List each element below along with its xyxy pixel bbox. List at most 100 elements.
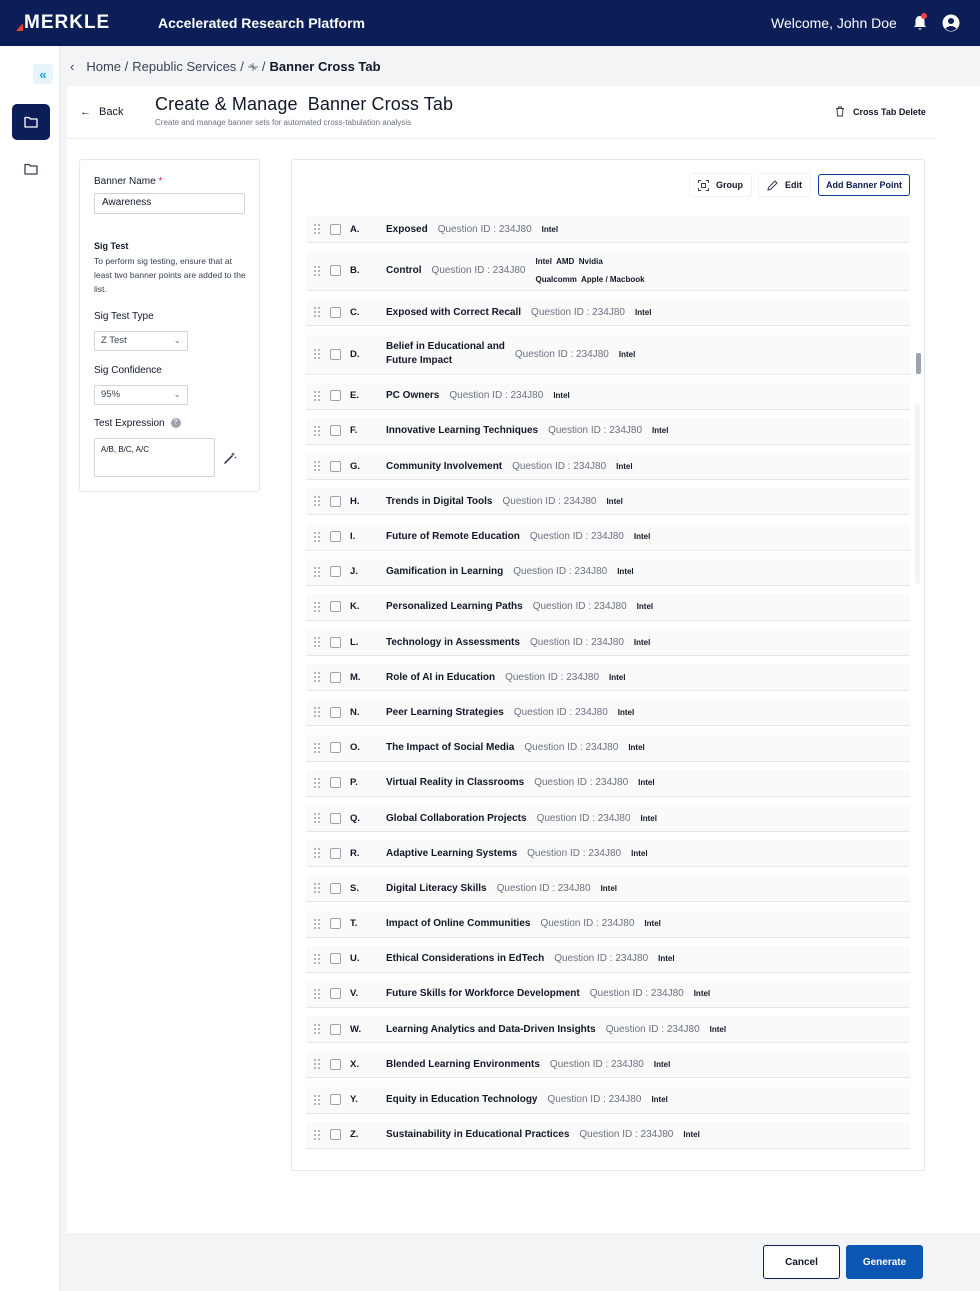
banner-point-row[interactable]: Z. Sustainability in Educational Practice…	[306, 1121, 910, 1149]
drag-handle-icon[interactable]	[314, 461, 320, 472]
drag-handle-icon[interactable]	[314, 265, 320, 276]
drag-handle-icon[interactable]	[314, 390, 320, 401]
banner-point-row[interactable]: F. Innovative Learning Techniques Question…	[306, 417, 910, 445]
row-checkbox[interactable]	[330, 306, 341, 318]
drag-handle-icon[interactable]	[314, 1024, 320, 1035]
breadcrumb-home[interactable]: Home /	[86, 59, 128, 74]
drag-handle-icon[interactable]	[314, 813, 320, 823]
banner-point-row[interactable]: L. Technology in Assessments Question ID :…	[306, 629, 910, 657]
drag-handle-icon[interactable]	[314, 566, 320, 577]
edit-button[interactable]: Edit	[759, 174, 810, 196]
banner-point-row[interactable]: A. Exposed Question ID : 234J80 Intel	[306, 216, 910, 243]
collapse-sidebar-button[interactable]: «	[33, 64, 53, 84]
list-scroll-track[interactable]	[915, 404, 920, 584]
row-checkbox[interactable]	[330, 1023, 341, 1035]
row-checkbox[interactable]	[330, 495, 341, 507]
sig-confidence-select[interactable]: 95% ⌄	[94, 385, 188, 405]
sig-test-type-select[interactable]: Z Test ⌄	[94, 331, 188, 351]
row-checkbox[interactable]	[330, 636, 341, 648]
row-checkbox[interactable]	[330, 812, 341, 824]
row-checkbox[interactable]	[330, 1129, 341, 1141]
test-expression-textarea[interactable]: A/B, B/C, A/C	[94, 438, 215, 477]
drag-handle-icon[interactable]	[314, 425, 320, 436]
banner-point-row[interactable]: K. Personalized Learning Paths Question ID…	[306, 593, 910, 621]
banner-point-row[interactable]: X. Blended Learning Environments Question …	[306, 1051, 910, 1079]
rail-item-projects[interactable]	[12, 104, 50, 140]
breadcrumb-client[interactable]: Republic Services	[132, 59, 236, 74]
banner-point-row[interactable]: T. Impact of Online Communities Question I…	[306, 910, 910, 938]
cross-tab-delete-button[interactable]: Cross Tab Delete	[835, 106, 926, 117]
row-checkbox[interactable]	[330, 601, 341, 613]
banner-point-row[interactable]: C. Exposed with Correct Recall Question ID…	[306, 299, 910, 327]
drag-handle-icon[interactable]	[314, 848, 320, 859]
drag-handle-icon[interactable]	[314, 1059, 320, 1070]
drag-handle-icon[interactable]	[314, 637, 320, 648]
drag-handle-icon[interactable]	[314, 883, 320, 894]
banner-point-row[interactable]: U. Ethical Considerations in EdTech Questi…	[306, 945, 910, 973]
banner-point-row[interactable]: Y. Equity in Education Technology Question…	[306, 1086, 910, 1114]
row-checkbox[interactable]	[330, 1058, 341, 1070]
add-banner-point-button[interactable]: Add Banner Point	[818, 174, 910, 196]
row-checkbox[interactable]	[330, 1094, 341, 1105]
banner-point-row[interactable]: O. The Impact of Social Media Question ID …	[306, 734, 910, 762]
banner-point-row[interactable]: D. Belief in Educational and Future Impact…	[306, 334, 910, 375]
banner-point-row[interactable]: P. Virtual Reality in Classrooms Question …	[306, 769, 910, 797]
banner-point-row[interactable]: G. Community Involvement Question ID : 234…	[306, 453, 910, 481]
drag-handle-icon[interactable]	[314, 707, 320, 718]
row-checkbox[interactable]	[330, 531, 341, 542]
row-checkbox[interactable]	[330, 348, 341, 360]
row-checkbox[interactable]	[330, 390, 341, 402]
row-checkbox[interactable]	[330, 918, 341, 930]
banner-point-row[interactable]: I. Future of Remote Education Question ID …	[306, 523, 910, 551]
back-button[interactable]: ← Back	[80, 106, 123, 118]
help-icon[interactable]: ?	[170, 418, 181, 429]
magic-wand-icon[interactable]	[223, 451, 237, 465]
chevron-left-icon[interactable]: ‹	[70, 59, 74, 74]
banner-name-input[interactable]: Awareness	[94, 193, 245, 214]
banner-point-row[interactable]: N. Peer Learning Strategies Question ID : …	[306, 699, 910, 727]
user-profile-icon[interactable]	[942, 14, 960, 32]
drag-handle-icon[interactable]	[314, 918, 320, 929]
drag-handle-icon[interactable]	[314, 672, 320, 683]
banner-point-row[interactable]: E. PC Owners Question ID : 234J80 Intel	[306, 382, 910, 410]
row-checkbox[interactable]	[330, 742, 341, 754]
banner-point-row[interactable]: S. Digital Literacy Skills Question ID : 2…	[306, 875, 910, 903]
generate-button[interactable]: Generate	[846, 1245, 923, 1279]
banner-point-row[interactable]: M. Role of AI in Education Question ID : 2…	[306, 664, 910, 692]
group-button[interactable]: Group	[690, 174, 751, 196]
drag-handle-icon[interactable]	[314, 1129, 320, 1140]
row-checkbox[interactable]	[330, 425, 341, 437]
banner-point-row[interactable]: V. Future Skills for Workforce Developmen…	[306, 980, 910, 1008]
drag-handle-icon[interactable]	[314, 988, 320, 999]
drag-handle-icon[interactable]	[314, 496, 320, 507]
row-checkbox[interactable]	[330, 265, 341, 277]
drag-handle-icon[interactable]	[314, 777, 320, 788]
banner-point-row[interactable]: R. Adaptive Learning Systems Question ID :…	[306, 840, 910, 868]
drag-handle-icon[interactable]	[314, 307, 320, 318]
row-checkbox[interactable]	[330, 223, 341, 235]
merkle-logo[interactable]: MERKLE	[16, 12, 110, 34]
banner-point-row[interactable]: Q. Global Collaboration Projects Question …	[306, 805, 910, 832]
cancel-button[interactable]: Cancel	[763, 1245, 840, 1279]
row-checkbox[interactable]	[330, 706, 341, 718]
list-scroll-thumb[interactable]	[916, 353, 921, 374]
drag-handle-icon[interactable]	[314, 531, 320, 542]
drag-handle-icon[interactable]	[314, 224, 320, 234]
row-checkbox[interactable]	[330, 882, 341, 894]
rail-item-files[interactable]	[12, 151, 50, 187]
row-checkbox[interactable]	[330, 671, 341, 683]
drag-handle-icon[interactable]	[314, 349, 320, 360]
row-checkbox[interactable]	[330, 566, 341, 578]
row-checkbox[interactable]	[330, 777, 341, 789]
banner-point-row[interactable]: W. Learning Analytics and Data-Driven Ins…	[306, 1016, 910, 1044]
drag-handle-icon[interactable]	[314, 742, 320, 753]
banner-point-row[interactable]: J. Gamification in Learning Question ID : …	[306, 558, 910, 586]
row-checkbox[interactable]	[330, 988, 341, 1000]
banner-point-row[interactable]: B. Control Question ID : 234J80 Intel AMD N…	[306, 251, 910, 292]
row-checkbox[interactable]	[330, 460, 341, 472]
banner-point-row[interactable]: H. Trends in Digital Tools Question ID : 2…	[306, 488, 910, 516]
drag-handle-icon[interactable]	[314, 953, 320, 964]
row-checkbox[interactable]	[330, 953, 341, 965]
drag-handle-icon[interactable]	[314, 601, 320, 612]
drag-handle-icon[interactable]	[314, 1094, 320, 1105]
